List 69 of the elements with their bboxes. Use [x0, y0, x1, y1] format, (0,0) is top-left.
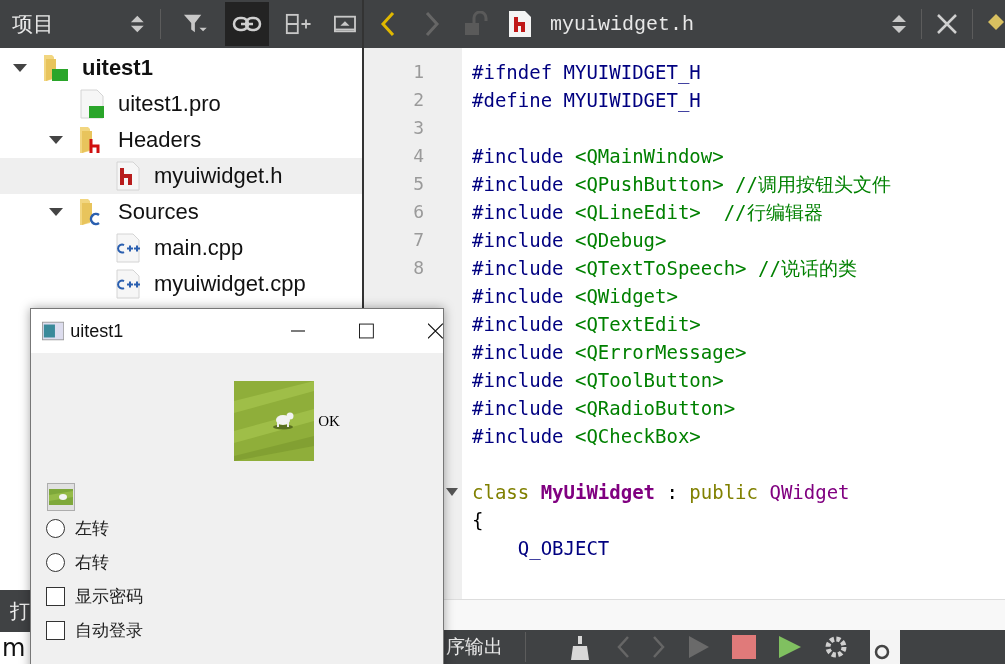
tree-item[interactable]: uitest1.pro: [0, 86, 362, 122]
line-number: 7: [412, 228, 425, 252]
split-icon[interactable]: [284, 12, 313, 36]
file-icon: [78, 89, 106, 119]
checkbox-label: 显示密码: [75, 584, 143, 608]
tree-item[interactable]: uitest1: [0, 50, 362, 86]
code-line: #include <QCheckBox>: [472, 425, 701, 447]
link-icon: [231, 14, 262, 34]
image-button[interactable]: OK: [234, 381, 340, 461]
updown-icon[interactable]: [129, 13, 145, 35]
code-line: #include <QDebug>: [472, 229, 667, 251]
code-line: #include <QTextToSpeech> //说话的类: [472, 257, 857, 279]
expand-arrow-icon[interactable]: [48, 207, 64, 217]
close-icon[interactable]: [428, 323, 443, 339]
radio-label: 左转: [75, 516, 109, 540]
qt-folder-icon: [42, 53, 70, 83]
code-line: class MyUiWidget : public QWidget: [472, 481, 850, 503]
code-line: #include <QMainWindow>: [472, 145, 724, 167]
output-tab[interactable]: 打: [10, 597, 30, 625]
file-icon: [114, 269, 142, 299]
maximize-icon[interactable]: [359, 323, 375, 339]
checkbox[interactable]: [46, 586, 65, 606]
header-file-icon: [508, 10, 532, 38]
code-line: #define MYUIWIDGET_H: [472, 89, 701, 111]
tree-item[interactable]: myuiwidget.h: [0, 158, 362, 194]
line-number: 5: [412, 172, 425, 196]
panel-icon[interactable]: [334, 14, 356, 34]
file-icon: [114, 161, 142, 191]
run-icon[interactable]: [778, 635, 802, 659]
checkbox-label: 自动登录: [75, 618, 143, 642]
output-tab[interactable]: 序输出: [446, 634, 503, 660]
tree-item[interactable]: Headers: [0, 122, 362, 158]
search-button[interactable]: [870, 630, 900, 664]
code-line: #include <QLineEdit> //行编辑器: [472, 201, 823, 223]
code-line: #include <QErrorMessage>: [472, 341, 747, 363]
code-line: #include <QTextEdit>: [472, 313, 701, 335]
code-line: #include <QToolButton>: [472, 369, 724, 391]
line-number: 3: [412, 116, 425, 140]
code-line: {: [472, 509, 484, 531]
updown-icon[interactable]: [891, 13, 907, 35]
checkbox[interactable]: [46, 620, 65, 640]
back-icon[interactable]: [380, 11, 396, 37]
line-number: 1: [412, 60, 425, 84]
app-icon: [42, 321, 65, 341]
link-button[interactable]: [224, 2, 269, 46]
fold-arrow-icon[interactable]: [446, 488, 458, 496]
code-line: Q_OBJECT: [516, 537, 610, 559]
code-line: #ifndef MYUIWIDGET_H: [472, 61, 701, 83]
radio-button[interactable]: [46, 552, 65, 572]
radio-button[interactable]: [46, 518, 65, 538]
tree-item[interactable]: Sources: [0, 194, 362, 230]
file-name[interactable]: myuiwidget.h: [550, 12, 695, 36]
file-icon: [114, 233, 142, 263]
code-line: #include <QPushButton> //调用按钮头文件: [472, 173, 891, 195]
code-line: #include <QWidget>: [472, 285, 678, 307]
expand-arrow-icon[interactable]: [12, 63, 28, 73]
line-number: 8: [412, 256, 425, 280]
radio-label: 右转: [75, 550, 109, 574]
code-line: #include <QRadioButton>: [472, 397, 736, 419]
line-number: 4: [412, 144, 425, 168]
expand-arrow-icon[interactable]: [48, 135, 64, 145]
line-number: 2: [412, 88, 425, 112]
minimize-icon[interactable]: [290, 330, 306, 332]
tree-item[interactable]: myuiwidget.cpp: [0, 266, 362, 302]
panel-title: 项目: [12, 11, 55, 38]
settings-icon[interactable]: [824, 635, 848, 659]
window-title: uitest1: [70, 320, 125, 342]
line-number: 6: [412, 200, 425, 224]
tree-item[interactable]: main.cpp: [0, 230, 362, 266]
